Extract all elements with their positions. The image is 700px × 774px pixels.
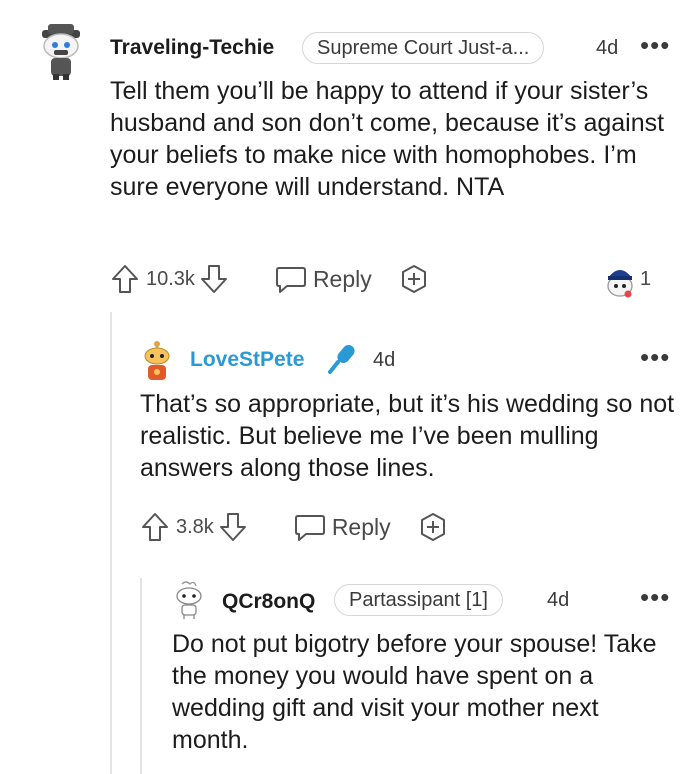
- vote-count: 3.8k: [176, 515, 214, 538]
- chat-bubble-icon: [275, 267, 306, 293]
- reply-label: Reply: [331, 513, 391, 540]
- upvote-icon[interactable]: [140, 511, 170, 543]
- user-avatar[interactable]: [172, 580, 206, 625]
- comment-body: Tell them you’ll be happy to attend if y…: [110, 77, 665, 201]
- more-options-button[interactable]: •••: [640, 344, 670, 370]
- award-icon: [420, 513, 445, 541]
- more-options-button[interactable]: •••: [640, 584, 670, 610]
- mod-microphone-icon: [326, 342, 360, 381]
- comment-age: 4d: [373, 349, 396, 371]
- reply-button[interactable]: Reply: [275, 264, 372, 294]
- more-options-button[interactable]: •••: [640, 32, 670, 58]
- snoo-avatar-icon: [176, 581, 202, 619]
- vote-count: 10.3k: [146, 267, 195, 290]
- reply-button[interactable]: Reply: [294, 512, 391, 542]
- award-count: 1: [640, 268, 652, 290]
- comment-actions: 10.3k Reply: [110, 262, 430, 296]
- downvote-icon[interactable]: [218, 511, 248, 543]
- comment-author[interactable]: QCr8onQ: [222, 590, 315, 614]
- award-button[interactable]: [398, 263, 430, 295]
- user-flair: Supreme Court Just-a...: [302, 32, 545, 64]
- comment-author[interactable]: Traveling-Techie: [110, 36, 274, 60]
- thread-line[interactable]: [140, 578, 142, 774]
- comment-actions: 3.8k Reply: [140, 510, 449, 544]
- comment-age: 4d: [596, 37, 619, 59]
- snoo-avatar-icon: [42, 24, 80, 80]
- award-button[interactable]: [417, 511, 449, 543]
- comment-author[interactable]: LoveStPete: [190, 348, 304, 372]
- thread-line[interactable]: [110, 312, 112, 774]
- user-avatar[interactable]: [140, 340, 174, 387]
- comment-age: 4d: [547, 589, 570, 611]
- user-flair: Partassipant [1]: [334, 584, 503, 616]
- award-badge-icon: [604, 264, 636, 303]
- downvote-icon[interactable]: [199, 263, 229, 295]
- comment-body: That’s so appropriate, but it’s his wedd…: [140, 390, 675, 482]
- comment-body: Do not put bigotry before your spouse! T…: [172, 630, 657, 754]
- user-avatar[interactable]: [36, 24, 86, 80]
- award-icon: [401, 265, 426, 293]
- upvote-icon[interactable]: [110, 263, 140, 295]
- snoo-avatar-icon: [144, 341, 170, 380]
- chat-bubble-icon: [294, 515, 325, 541]
- reply-label: Reply: [312, 265, 372, 292]
